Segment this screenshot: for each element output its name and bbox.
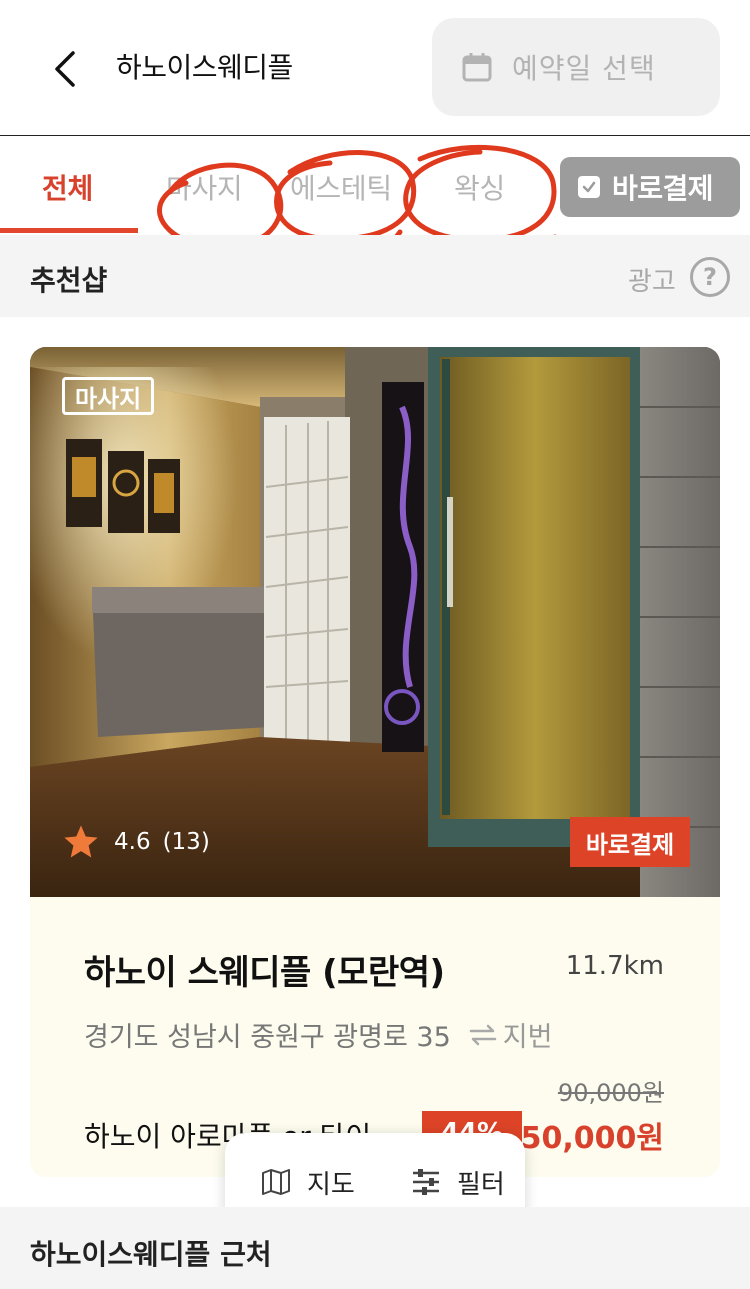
recommended-section-header: 추천샵 광고 ?: [0, 235, 750, 317]
date-select-placeholder: 예약일 선택: [512, 52, 656, 85]
instant-pay-badge: 바로결제: [570, 817, 690, 867]
back-chevron-icon: [55, 51, 75, 87]
map-label: 지도: [307, 1169, 355, 1200]
calendar-icon: [462, 53, 492, 82]
tab-massage[interactable]: 마사지: [166, 167, 243, 207]
active-tab-indicator: [0, 228, 138, 233]
star-icon: [64, 825, 98, 858]
address-text: 경기도 성남시 중원구 광명로 35: [84, 1022, 451, 1053]
shop-name: 하노이 스웨디플 (모란역): [84, 953, 445, 993]
filter-button[interactable]: 필터: [411, 1164, 505, 1201]
review-count: (13): [162, 829, 210, 855]
filter-sliders-icon: [413, 1169, 439, 1195]
original-price: 90,000원: [557, 1079, 664, 1107]
reservation-date-select[interactable]: 예약일 선택: [432, 18, 720, 116]
nearby-section-header: 하노이스웨디플 근처: [0, 1207, 750, 1289]
back-button[interactable]: [40, 44, 90, 94]
page-title: 하노이스웨디플: [116, 51, 293, 84]
tab-all[interactable]: 전체: [42, 167, 93, 207]
tab-esthetic[interactable]: 에스테틱: [290, 167, 392, 207]
category-badge: 마사지: [62, 377, 155, 415]
ad-label: 광고: [628, 267, 676, 297]
shop-distance: 11.7km: [565, 951, 664, 981]
top-header: 하노이스웨디플 예약일 선택: [0, 0, 750, 136]
recommended-title: 추천샵: [30, 264, 108, 297]
shop-card[interactable]: 마사지 4.6 (13) 바로결제 하노이 스웨디플 (모란역) 11.7km …: [30, 347, 720, 1177]
category-tabs: 전체 마사지 에스테틱 왁싱 바로결제: [0, 137, 750, 235]
map-button[interactable]: 지도: [261, 1164, 355, 1201]
instant-pay-label: 바로결제: [612, 172, 714, 205]
jibun-label: 지번: [502, 1022, 553, 1053]
help-icon[interactable]: ?: [690, 257, 730, 297]
rating-value: 4.6: [114, 829, 151, 855]
tab-waxing[interactable]: 왁싱: [454, 167, 505, 207]
instant-pay-filter-toggle[interactable]: 바로결제: [560, 157, 740, 217]
shop-photo: [30, 347, 720, 897]
jibun-toggle[interactable]: 지번: [469, 1015, 553, 1054]
shop-address: 경기도 성남시 중원구 광명로 35 지번: [84, 1015, 552, 1054]
map-icon: [262, 1169, 290, 1195]
checkbox-icon: [578, 176, 600, 198]
sale-price: 50,000원: [520, 1121, 664, 1156]
rating: 4.6 (13): [62, 823, 210, 861]
swap-arrows-icon: [469, 1024, 497, 1045]
nearby-title: 하노이스웨디플 근처: [30, 1238, 272, 1271]
filter-label: 필터: [457, 1169, 505, 1200]
